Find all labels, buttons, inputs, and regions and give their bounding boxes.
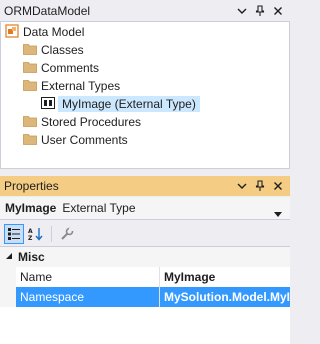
close-icon[interactable] [272, 180, 284, 192]
property-key: Name [16, 267, 160, 287]
external-type-icon [41, 96, 55, 112]
property-value[interactable]: MySolution.Model.MyIm [160, 287, 290, 307]
property-grid: Misc Name MyImage Namespace MySolution.M… [0, 246, 290, 344]
folder-icon [23, 133, 37, 148]
svg-text:A: A [28, 228, 33, 235]
model-icon [5, 23, 19, 41]
folder-icon [23, 79, 37, 94]
tree-item-label: External Types [41, 79, 121, 93]
svg-text:Z: Z [28, 235, 33, 241]
categorized-icon[interactable] [4, 223, 24, 244]
tree-root-label: Data Model [23, 25, 85, 39]
object-type: External Type [62, 201, 136, 215]
dropdown-icon[interactable] [274, 206, 282, 220]
category-misc[interactable]: Misc [0, 247, 290, 267]
property-row-name[interactable]: Name MyImage [0, 267, 290, 287]
property-row-namespace[interactable]: Namespace MySolution.Model.MyIm [0, 287, 290, 307]
tree-item-stored-procedures[interactable]: Stored Procedures [23, 113, 141, 131]
object-name: MyImage [5, 201, 57, 215]
toolbar-separator [51, 225, 52, 242]
collapse-icon[interactable] [0, 250, 14, 264]
properties-title: Properties [4, 179, 59, 193]
tree-item-user-comments[interactable]: User Comments [23, 131, 128, 149]
tree-item-label: Classes [41, 43, 84, 57]
property-key: Namespace [16, 287, 160, 307]
properties-toolbar: A Z [0, 221, 290, 246]
window-position-icon[interactable] [236, 180, 248, 192]
folder-icon [23, 43, 37, 58]
tree-item-myimage[interactable]: MyImage (External Type) [41, 95, 200, 113]
model-explorer-titlebar: ORMDataModel [0, 1, 290, 21]
model-explorer-title: ORMDataModel [4, 4, 91, 18]
category-label: Misc [18, 250, 45, 264]
folder-icon [23, 61, 37, 76]
properties-titlebar: Properties [0, 176, 290, 196]
alphabetical-icon[interactable]: A Z [26, 224, 46, 244]
object-selector[interactable]: MyImage External Type [0, 197, 290, 220]
tree-item-comments[interactable]: Comments [23, 59, 99, 77]
tree-item-classes[interactable]: Classes [23, 41, 84, 59]
tree-item-label: Stored Procedures [41, 115, 142, 129]
close-icon[interactable] [272, 5, 284, 17]
window-position-icon[interactable] [236, 5, 248, 17]
folder-icon [23, 115, 37, 130]
property-pages-icon[interactable] [57, 224, 77, 244]
pin-icon[interactable] [254, 5, 266, 17]
tree-root-data-model[interactable]: Data Model [5, 23, 84, 41]
tree-item-label: User Comments [41, 133, 128, 147]
tree-item-label: Comments [41, 61, 100, 75]
property-value[interactable]: MyImage [160, 267, 290, 287]
tree-item-label: MyImage (External Type) [58, 96, 200, 112]
model-tree: Data Model Classes Comments External Typ… [0, 21, 290, 169]
pin-icon[interactable] [254, 180, 266, 192]
tree-item-external-types[interactable]: External Types [23, 77, 120, 95]
